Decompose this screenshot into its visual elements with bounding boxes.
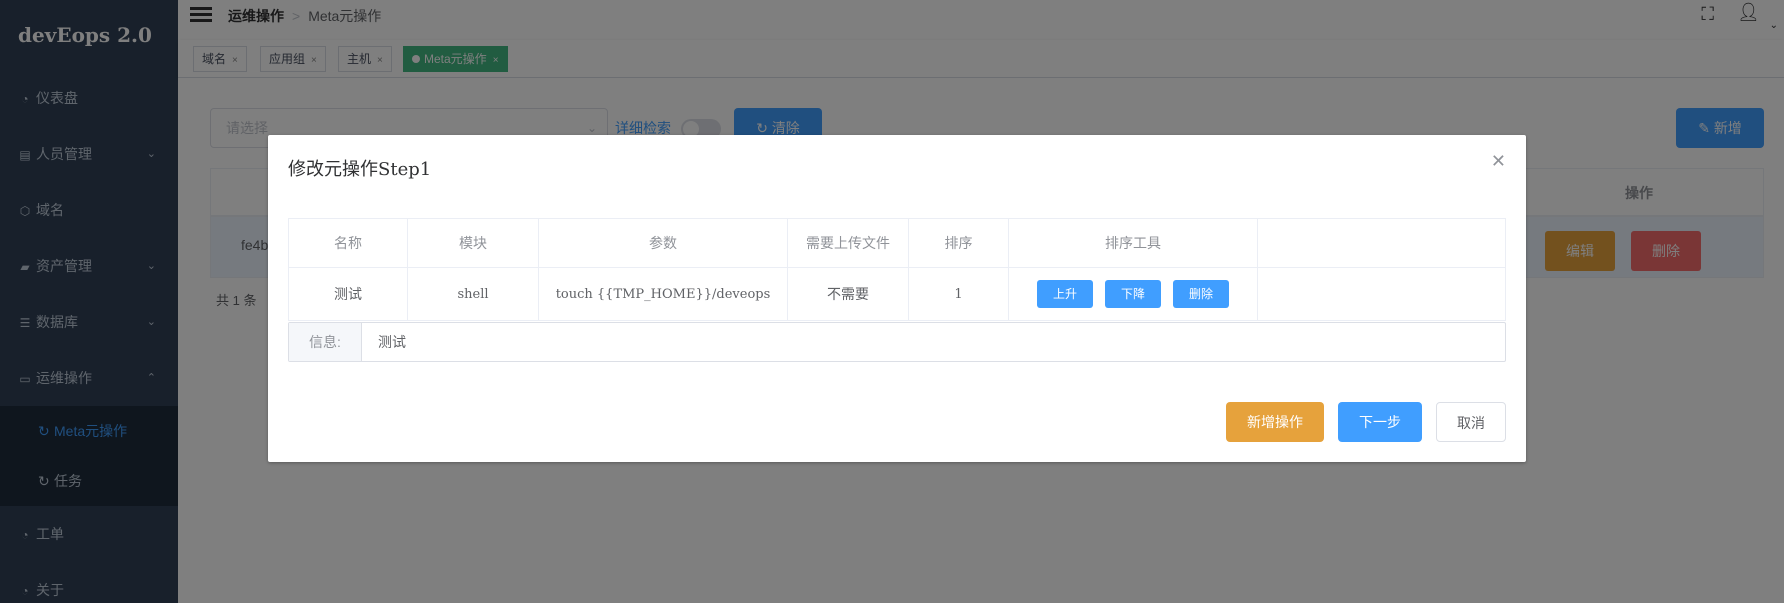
edit-meta-operation-dialog: 修改元操作Step1 ✕ 名称 模块 参数 需要上传文件 排序 排序工具 测试 …: [268, 135, 1526, 462]
info-label: 信息:: [289, 323, 362, 361]
add-operation-button[interactable]: 新增操作: [1226, 402, 1324, 442]
column-header-empty: [1257, 218, 1506, 268]
move-up-button[interactable]: 上升: [1037, 280, 1093, 308]
dialog-title: 修改元操作Step1: [288, 159, 432, 180]
column-header: 模块: [407, 218, 539, 268]
close-icon[interactable]: ✕: [1491, 151, 1506, 172]
info-field[interactable]: 信息: 测试: [288, 322, 1506, 362]
column-header: 排序工具: [1008, 218, 1258, 268]
cell-module: shell: [407, 267, 539, 321]
column-header: 参数: [538, 218, 788, 268]
move-down-button[interactable]: 下降: [1105, 280, 1161, 308]
cancel-button[interactable]: 取消: [1436, 402, 1506, 442]
column-header: 需要上传文件: [787, 218, 909, 268]
cell-tools: 上升 下降 删除: [1008, 267, 1258, 321]
table-row: 测试 shell touch {{TMP_HOME}}/deveops 不需要 …: [288, 267, 1506, 321]
cell-upload: 不需要: [787, 267, 909, 321]
column-header: 排序: [908, 218, 1009, 268]
cell-params: touch {{TMP_HOME}}/deveops: [538, 267, 788, 321]
delete-row-button[interactable]: 删除: [1173, 280, 1229, 308]
next-step-button[interactable]: 下一步: [1338, 402, 1422, 442]
column-header: 名称: [288, 218, 408, 268]
operations-table: 名称 模块 参数 需要上传文件 排序 排序工具 测试 shell touch {…: [288, 218, 1506, 321]
cell-empty: [1257, 267, 1506, 321]
cell-order: 1: [908, 267, 1009, 321]
cell-name: 测试: [288, 267, 408, 321]
info-input[interactable]: 测试: [378, 323, 406, 361]
table-header-row: 名称 模块 参数 需要上传文件 排序 排序工具: [288, 218, 1506, 268]
